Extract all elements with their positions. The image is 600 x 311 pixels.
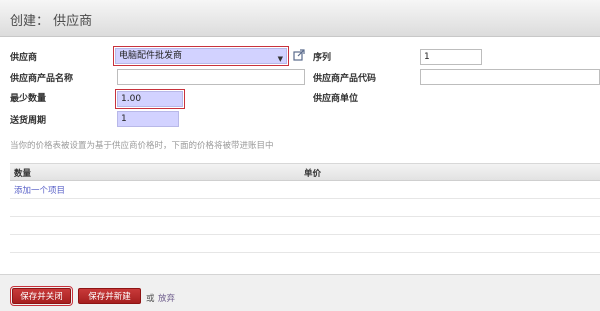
table-row xyxy=(10,199,600,217)
or-text: 或 xyxy=(146,294,155,304)
external-link-icon[interactable] xyxy=(293,49,305,61)
save-close-button[interactable]: 保存并关闭 xyxy=(10,286,73,306)
page-title: 创建： 供应商 xyxy=(10,14,93,29)
column-header-quantity[interactable]: 数量 xyxy=(14,167,31,179)
min-qty-label: 最少数量 xyxy=(10,94,47,104)
vendor-product-code-label: 供应商产品代码 xyxy=(313,74,377,84)
vendor-uom-label: 供应商单位 xyxy=(313,94,359,104)
vendor-select[interactable]: 电脑配件批发商 ▼ xyxy=(113,46,289,66)
sequence-input[interactable]: 1 xyxy=(420,49,482,65)
column-header-unit-price[interactable]: 单价 xyxy=(304,167,321,179)
table-row xyxy=(10,217,600,235)
discard-link[interactable]: 放弃 xyxy=(158,292,175,304)
vendor-product-name-input[interactable] xyxy=(117,69,305,85)
price-help-text: 当你的价格表被设置为基于供应商价格时，下面的价格将被带进账目中 xyxy=(10,141,274,151)
table-row xyxy=(10,235,600,253)
table-row: 添加一个项目 xyxy=(10,181,600,199)
lead-time-input[interactable]: 1 xyxy=(117,111,179,127)
vendor-product-code-input[interactable] xyxy=(420,69,600,85)
lead-time-label: 送货周期 xyxy=(10,116,47,126)
vendor-select-value: 电脑配件批发商 xyxy=(119,51,183,61)
vendor-label: 供应商 xyxy=(10,53,38,63)
form-header: 创建： 供应商 xyxy=(0,0,600,37)
add-item-link[interactable]: 添加一个项目 xyxy=(14,184,65,196)
price-table: 数量 单价 添加一个项目 xyxy=(10,163,600,259)
save-new-button[interactable]: 保存并新建 xyxy=(78,288,141,304)
chevron-down-icon[interactable]: ▼ xyxy=(278,52,283,66)
min-qty-input[interactable]: 1.00 xyxy=(115,89,185,109)
vendor-product-name-label: 供应商产品名称 xyxy=(10,74,74,84)
sequence-label: 序列 xyxy=(313,53,332,63)
table-header: 数量 单价 xyxy=(10,163,600,181)
